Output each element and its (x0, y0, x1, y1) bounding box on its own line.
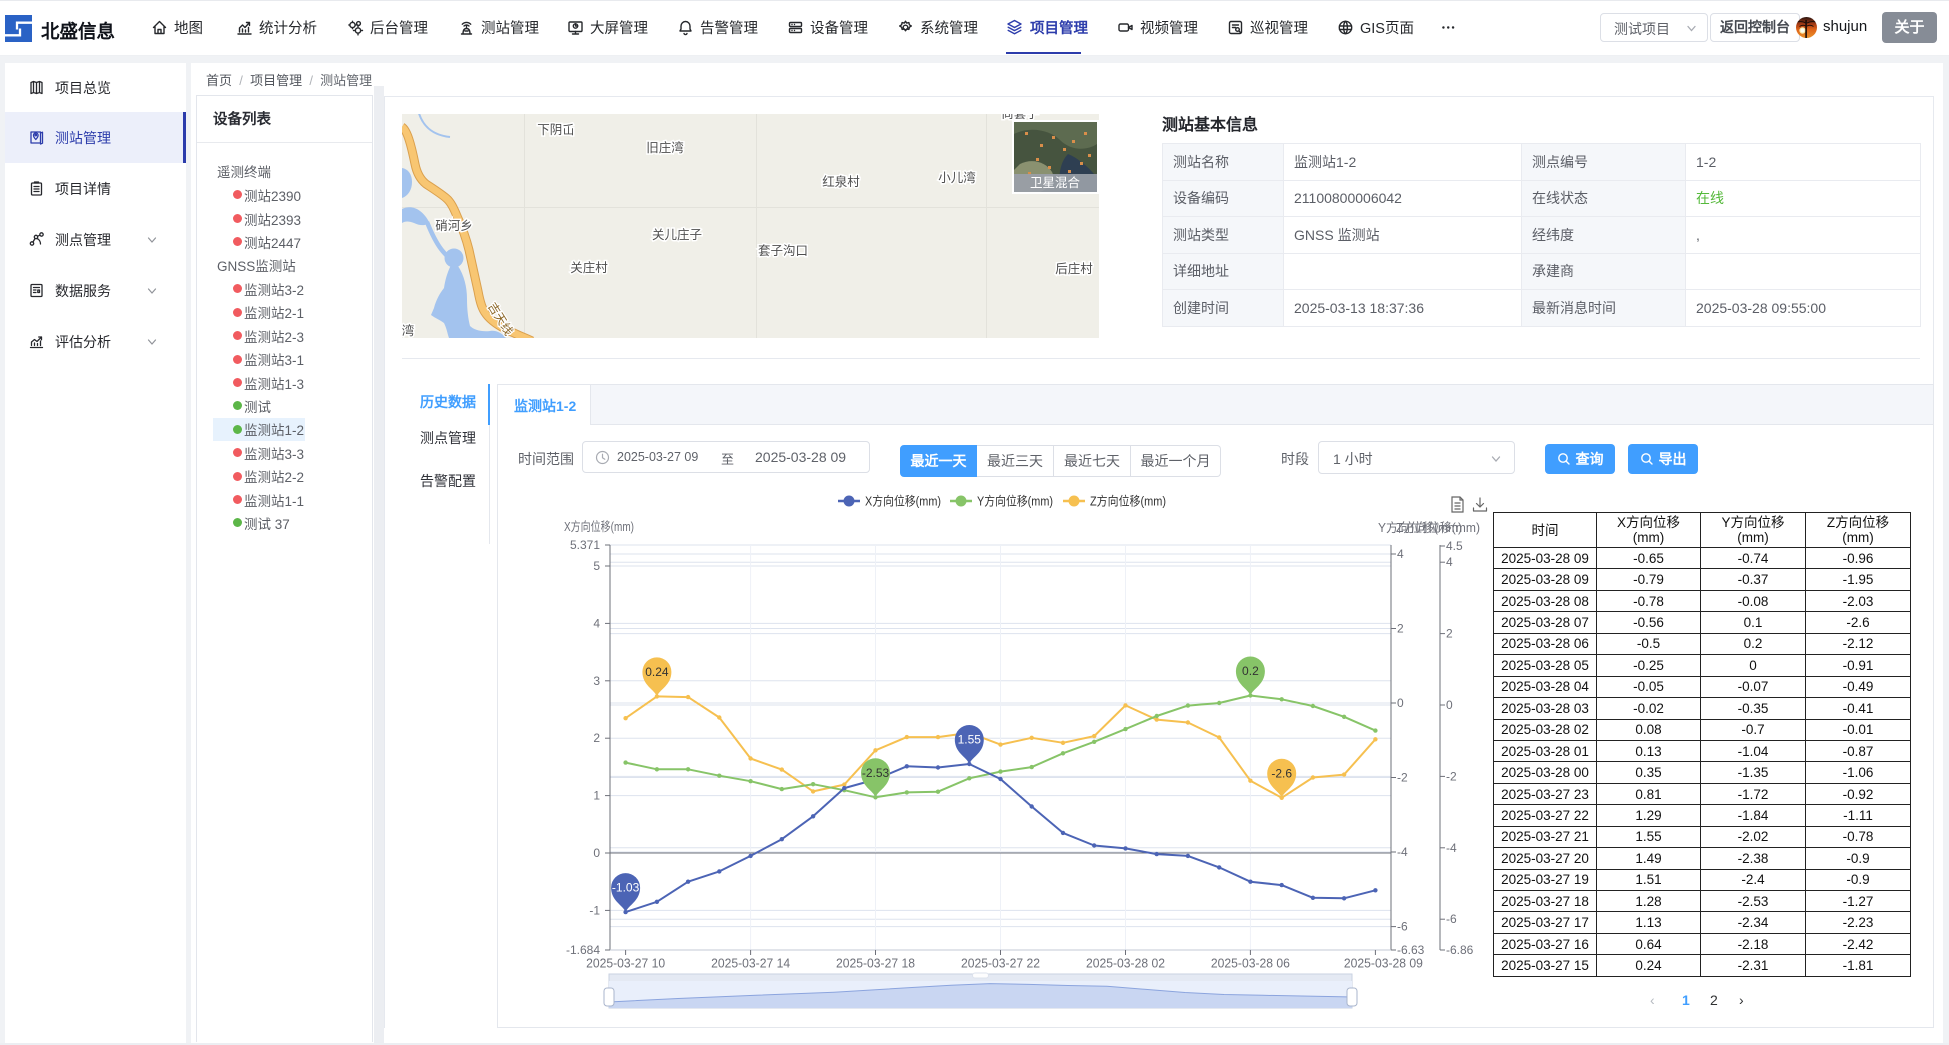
svg-text:-6: -6 (1397, 920, 1408, 934)
svg-text:红泉村: 红泉村 (822, 174, 860, 189)
svg-text:0.24: 0.24 (645, 665, 669, 679)
svg-text:-1.03: -1.03 (612, 881, 640, 895)
svg-text:硝河乡: 硝河乡 (435, 219, 473, 233)
svg-text:旧庄湾: 旧庄湾 (646, 140, 684, 155)
svg-text:下阴屲: 下阴屲 (537, 123, 575, 137)
svg-text:2: 2 (1446, 627, 1453, 641)
svg-text:Z方向位移(mm): Z方向位移(mm) (1090, 494, 1166, 509)
svg-text:-1.684: -1.684 (566, 943, 600, 957)
svg-text:5: 5 (593, 559, 600, 573)
svg-text:2025-03-27 14: 2025-03-27 14 (711, 957, 790, 971)
svg-text:2: 2 (1397, 622, 1404, 636)
svg-text:2025-03-27 10: 2025-03-27 10 (586, 957, 665, 971)
svg-text:0: 0 (1446, 698, 1453, 712)
svg-text:0: 0 (1397, 696, 1404, 710)
svg-text:4.5: 4.5 (1446, 539, 1463, 553)
svg-text:4: 4 (593, 616, 600, 630)
svg-text:0.2: 0.2 (1242, 664, 1259, 678)
svg-text:X方向位移(mm): X方向位移(mm) (564, 519, 634, 534)
svg-text:小儿湾: 小儿湾 (938, 170, 976, 185)
svg-text:5.371: 5.371 (570, 538, 600, 552)
svg-text:2025-03-27 22: 2025-03-27 22 (961, 957, 1040, 971)
svg-text:-6: -6 (1446, 912, 1457, 926)
svg-text:套子沟口: 套子沟口 (758, 243, 808, 258)
svg-text:4: 4 (1397, 547, 1404, 561)
svg-text:X方向位移(mm): X方向位移(mm) (865, 494, 941, 509)
svg-text:关儿庄子: 关儿庄子 (652, 227, 702, 242)
svg-text:3: 3 (593, 674, 600, 688)
svg-text:1.55: 1.55 (958, 733, 982, 747)
svg-text:-4: -4 (1446, 841, 1457, 855)
svg-text:2: 2 (593, 731, 600, 745)
svg-text:2025-03-28 06: 2025-03-28 06 (1211, 957, 1290, 971)
svg-text:-4: -4 (1397, 845, 1408, 859)
svg-text:-6.63: -6.63 (1397, 943, 1425, 957)
svg-text:卫星混合: 卫星混合 (1030, 175, 1081, 190)
svg-text:后庄村: 后庄村 (1055, 261, 1093, 276)
svg-text:2025-03-27 18: 2025-03-27 18 (836, 957, 915, 971)
svg-text:-2: -2 (1397, 771, 1408, 785)
svg-text:关庄村: 关庄村 (570, 260, 608, 275)
svg-text:0: 0 (593, 846, 600, 860)
svg-text:尚套子: 尚套子 (1001, 114, 1039, 121)
svg-text:1: 1 (593, 789, 600, 803)
svg-text:-1: -1 (589, 903, 600, 917)
svg-text:Y方向位移(mm): Y方向位移(mm) (977, 494, 1053, 509)
svg-text:-2: -2 (1446, 769, 1457, 783)
svg-text:-2.6: -2.6 (1271, 766, 1292, 780)
svg-text:Z方向位移(mm): Z方向位移(mm) (1396, 520, 1480, 535)
svg-text:湾: 湾 (402, 323, 414, 338)
svg-text:-6.86: -6.86 (1446, 943, 1474, 957)
svg-text:4: 4 (1446, 555, 1453, 569)
svg-text:2025-03-28 09: 2025-03-28 09 (1344, 957, 1423, 971)
svg-text:-2.53: -2.53 (862, 766, 890, 780)
svg-text:2025-03-28 02: 2025-03-28 02 (1086, 957, 1165, 971)
